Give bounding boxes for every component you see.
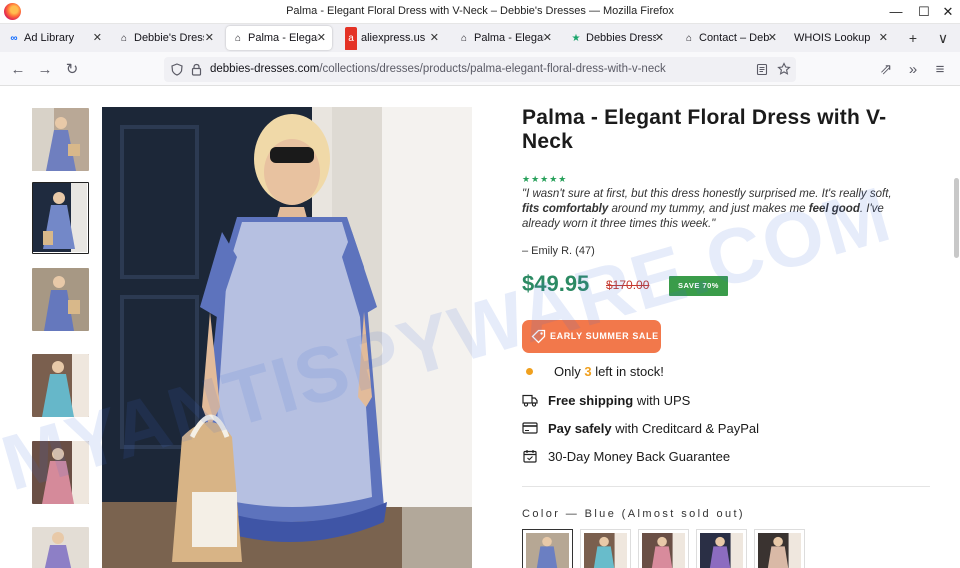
- color-swatch-purple[interactable]: [696, 529, 747, 568]
- thumbnail-image: [32, 354, 89, 417]
- early-summer-sale-button[interactable]: EARLY SUMMER SALE: [522, 320, 661, 353]
- bag-icon: ⌂: [120, 33, 128, 44]
- thumbnail-image: [32, 108, 89, 171]
- payment-info: Pay safely with Creditcard & PayPal: [522, 421, 759, 436]
- color-swatch-beige[interactable]: [754, 529, 805, 568]
- product-thumbnail-4[interactable]: [32, 354, 89, 417]
- guarantee-info: 30-Day Money Back Guarantee: [522, 449, 730, 464]
- lock-icon[interactable]: [191, 63, 202, 76]
- shipping-info: Free shipping with UPS: [522, 393, 690, 408]
- forward-button[interactable]: →: [35, 60, 55, 80]
- swatch-image-turquoise: [584, 533, 627, 568]
- old-price: $170.00: [606, 278, 650, 292]
- window-title: Palma - Elegant Floral Dress with V-Neck…: [286, 5, 674, 17]
- extensions-icon[interactable]: ⇗: [876, 60, 896, 80]
- tab-close-icon[interactable]: ✕: [93, 26, 102, 50]
- stock-indicator: Only 3 left in stock!: [522, 364, 664, 379]
- calendar-icon: [523, 450, 537, 463]
- stock-dot-icon: [526, 368, 533, 375]
- swatch-image-purple: [700, 533, 743, 568]
- app-menu-button[interactable]: ≡: [930, 60, 950, 80]
- tab-close-icon[interactable]: ✕: [317, 26, 326, 50]
- tab-palma-2[interactable]: ⌂Palma - Elegant✕: [452, 26, 558, 50]
- product-title: Palma - Elegant Floral Dress with V-Neck: [522, 106, 887, 153]
- tab-debbies-dresses[interactable]: ⌂Debbie's Dresses✕: [112, 26, 220, 50]
- tab-close-icon[interactable]: ✕: [768, 26, 777, 50]
- bag-icon: ⌂: [685, 33, 693, 44]
- tab-close-icon[interactable]: ✕: [430, 26, 439, 50]
- web-page: Palma - Elegant Floral Dress with V-Neck…: [0, 86, 960, 568]
- bookmark-star-icon[interactable]: [777, 62, 791, 76]
- page-scrollbar[interactable]: [954, 178, 959, 258]
- back-button[interactable]: ←: [8, 60, 28, 80]
- thumbnail-image: [32, 268, 89, 331]
- aliexpress-icon: a: [345, 27, 357, 50]
- minimize-button[interactable]: —: [884, 2, 908, 22]
- price: $49.95: [522, 271, 590, 296]
- review-quote: "I wasn't sure at first, but this dress …: [522, 188, 892, 230]
- tab-palma-active[interactable]: ⌂Palma - Elegant✕: [226, 26, 332, 50]
- credit-card-icon: [522, 422, 538, 434]
- star-icon: ★: [571, 33, 581, 44]
- price-row: $49.95 $170.00 SAVE 70%: [522, 271, 932, 301]
- maximize-button[interactable]: ☐: [912, 2, 936, 22]
- tab-ad-library[interactable]: ∞ Ad Library ✕: [2, 26, 108, 50]
- close-window-button[interactable]: ✕: [936, 2, 960, 22]
- url-text[interactable]: debbies-dresses.com/collections/dresses/…: [210, 63, 666, 75]
- tab-close-icon[interactable]: ✕: [543, 26, 552, 50]
- swatch-image-blue: [526, 533, 569, 568]
- color-swatch-turquoise[interactable]: [580, 529, 631, 568]
- tab-contact[interactable]: ⌂Contact – Debbie's✕: [677, 26, 783, 50]
- bag-icon: ⌂: [460, 33, 468, 44]
- product-thumbnail-5[interactable]: [32, 441, 89, 504]
- overflow-menu-button[interactable]: »: [903, 60, 923, 80]
- tab-close-icon[interactable]: ✕: [205, 26, 214, 50]
- new-tab-button[interactable]: +: [903, 28, 923, 48]
- rating-stars: ★★★★★: [522, 174, 568, 184]
- reader-view-icon[interactable]: [756, 63, 768, 76]
- divider: [522, 486, 930, 487]
- save-badge: SAVE 70%: [669, 276, 728, 296]
- product-thumbnail-2[interactable]: [32, 182, 89, 254]
- swatch-image-beige: [758, 533, 801, 568]
- dress-photo: [102, 107, 472, 568]
- tag-icon: [531, 329, 546, 344]
- product-thumbnail-6[interactable]: [32, 527, 89, 568]
- color-label: Color — Blue (Almost sold out): [522, 508, 745, 520]
- truck-icon: [522, 394, 538, 407]
- thumbnail-image: [32, 527, 89, 568]
- url-bar[interactable]: debbies-dresses.com/collections/dresses/…: [164, 57, 796, 82]
- reload-button[interactable]: ↻: [62, 60, 82, 80]
- tab-close-icon[interactable]: ✕: [879, 26, 888, 50]
- bag-icon: ⌂: [234, 33, 242, 44]
- list-tabs-button[interactable]: ∨: [933, 28, 953, 48]
- shield-icon[interactable]: [171, 63, 183, 76]
- product-main-image[interactable]: [102, 107, 472, 568]
- product-info: Palma - Elegant Floral Dress with V-Neck…: [522, 106, 932, 568]
- product-thumbnail-1[interactable]: [32, 108, 89, 171]
- tab-aliexpress[interactable]: a aliexpress.us ✕: [339, 26, 445, 50]
- color-swatch-pink[interactable]: [638, 529, 689, 568]
- swatch-image-pink: [642, 533, 685, 568]
- meta-icon: ∞: [10, 33, 18, 44]
- thumbnail-image: [33, 183, 87, 252]
- color-swatch-blue[interactable]: [522, 529, 573, 568]
- navigation-bar: ← → ↻ debbies-dresses.com/collections/dr…: [0, 52, 960, 86]
- product-thumbnail-3[interactable]: [32, 268, 89, 331]
- tab-close-icon[interactable]: ✕: [655, 26, 664, 50]
- window-titlebar: Palma - Elegant Floral Dress with V-Neck…: [0, 0, 960, 24]
- tab-whois[interactable]: WHOIS Lookup ✕: [788, 26, 894, 50]
- tab-bar: ∞Ad Library✕ ⌂Debbie's Dresses✕ ⌂Palma -…: [0, 24, 960, 52]
- thumbnail-image: [32, 441, 89, 504]
- reviewer-name: – Emily R. (47): [522, 245, 595, 257]
- tab-debbies-dresses-2[interactable]: ★Debbies Dresses✕: [564, 26, 670, 50]
